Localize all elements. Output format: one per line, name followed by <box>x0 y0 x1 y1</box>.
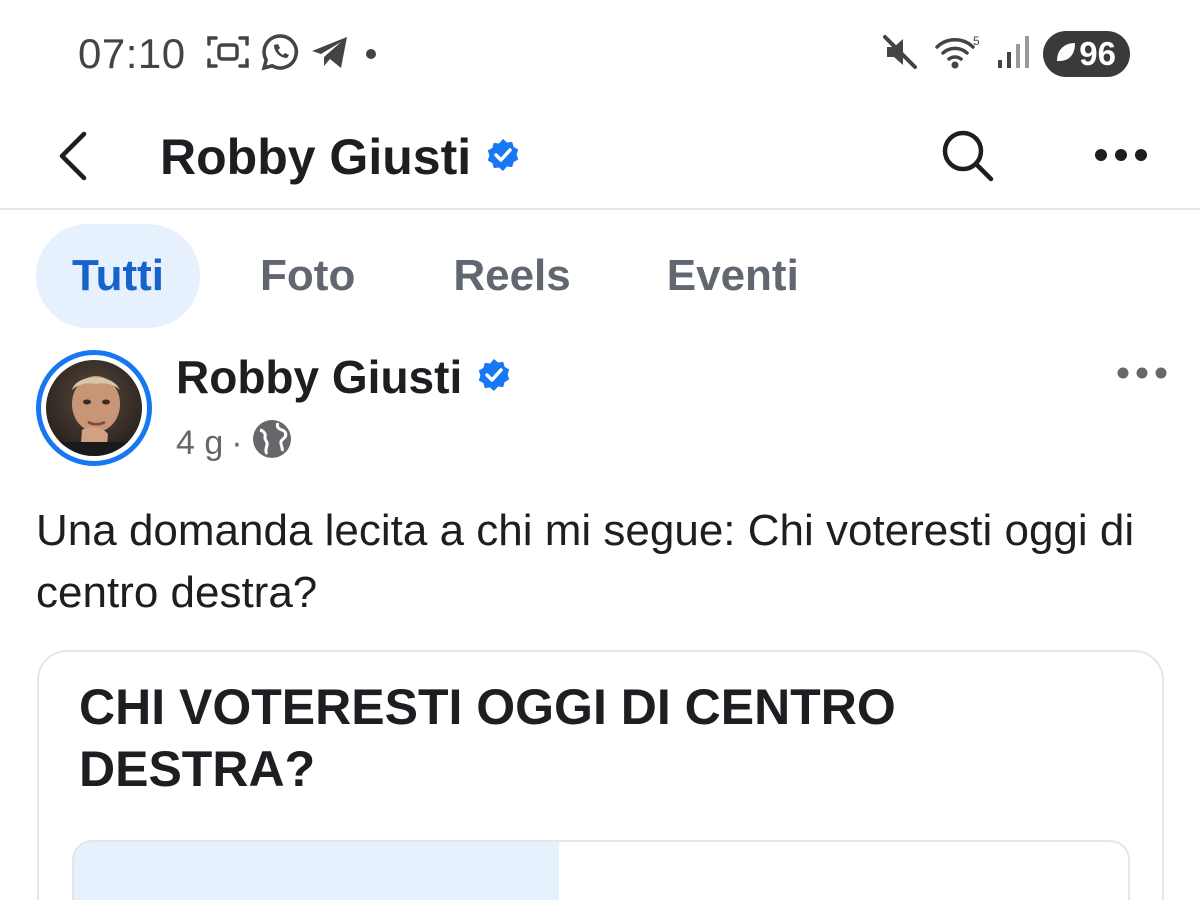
post-author-name[interactable]: Robby Giusti <box>176 350 462 404</box>
battery-level: 96 <box>1079 35 1116 72</box>
status-icons-left <box>205 30 383 78</box>
screenshot-icon <box>205 32 251 77</box>
status-time: 07:10 <box>78 30 186 77</box>
post-author-group: Robby Giusti <box>176 346 512 408</box>
status-bar: 07:10 5 96 <box>0 0 1200 108</box>
post-meta: 4 g · <box>176 418 293 468</box>
whatsapp-icon <box>259 31 301 78</box>
post-more-button[interactable] <box>1110 350 1174 400</box>
battery-leaf-icon <box>1053 35 1077 73</box>
filter-tabs: Tutti Foto Reels Eventi <box>36 224 799 328</box>
page-title-group: Robby Giusti <box>160 122 521 192</box>
meta-separator: · <box>231 423 243 462</box>
post-timestamp[interactable]: 4 g <box>176 424 223 463</box>
back-arrow-icon <box>54 130 90 187</box>
avatar-photo <box>46 360 142 456</box>
poll-option[interactable] <box>72 840 1130 900</box>
search-icon <box>938 126 996 189</box>
search-button[interactable] <box>932 122 1002 192</box>
signal-icon <box>995 32 1031 77</box>
more-options-icon <box>1115 365 1169 386</box>
notification-dot-icon <box>359 32 383 77</box>
telegram-icon <box>309 32 351 77</box>
page-header: Robby Giusti <box>0 108 1200 210</box>
more-options-button[interactable] <box>1086 122 1156 192</box>
poll-option-fill <box>74 842 559 900</box>
tab-foto[interactable]: Foto <box>260 224 355 328</box>
verified-badge-icon <box>485 137 521 178</box>
wifi-icon: 5 <box>933 31 983 78</box>
status-icons-right: 5 96 <box>879 28 1130 80</box>
tab-reels[interactable]: Reels <box>453 224 570 328</box>
tab-tutti[interactable]: Tutti <box>36 224 201 328</box>
verified-badge-icon <box>476 357 512 398</box>
poll-question: CHI VOTERESTI OGGI DI CENTRO DESTRA? <box>79 679 896 797</box>
author-avatar[interactable] <box>36 350 152 466</box>
more-options-icon <box>1093 147 1149 168</box>
mute-icon <box>879 31 921 78</box>
page-title: Robby Giusti <box>160 129 472 185</box>
battery-indicator: 96 <box>1043 31 1130 77</box>
back-button[interactable] <box>44 126 100 190</box>
post-text: Una domanda lecita a chi mi segue: Chi v… <box>36 506 1135 617</box>
poll-card: CHI VOTERESTI OGGI DI CENTRO DESTRA? <box>37 650 1164 900</box>
svg-text:5: 5 <box>973 34 980 48</box>
globe-icon <box>251 418 293 469</box>
tab-eventi[interactable]: Eventi <box>667 224 799 328</box>
